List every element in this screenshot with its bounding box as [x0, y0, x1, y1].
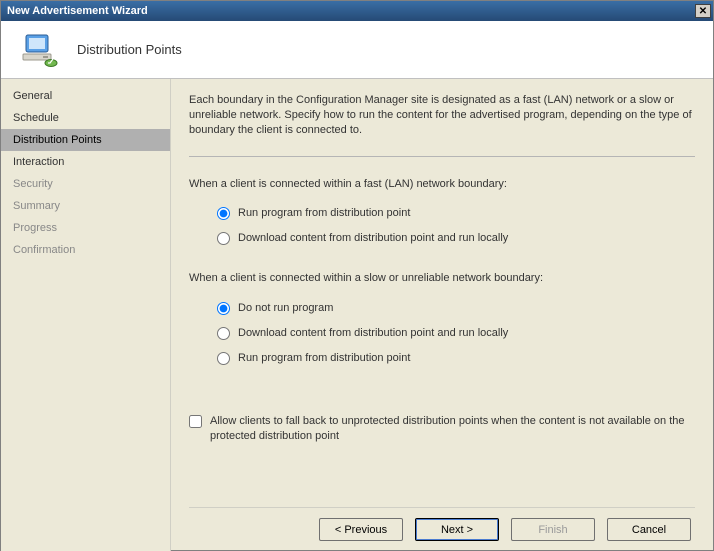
wizard-buttons: < Previous Next > Finish Cancel: [189, 507, 695, 541]
finish-button: Finish: [511, 518, 595, 541]
slow-network-options: Do not run program Download content from…: [217, 296, 695, 371]
slow-option-run-from-dp[interactable]: Run program from distribution point: [217, 346, 695, 371]
wizard-sidebar: General Schedule Distribution Points Int…: [1, 79, 171, 551]
fast-option-download-label: Download content from distribution point…: [238, 231, 508, 246]
sidebar-item-progress: Progress: [1, 217, 170, 239]
slow-network-label: When a client is connected within a slow…: [189, 271, 695, 286]
fallback-checkbox[interactable]: [189, 415, 202, 428]
slow-option-do-not-run[interactable]: Do not run program: [217, 296, 695, 321]
slow-option-download[interactable]: Download content from distribution point…: [217, 321, 695, 346]
wizard-header: Distribution Points: [1, 21, 713, 79]
wizard-content: Each boundary in the Configuration Manag…: [171, 79, 713, 551]
titlebar: New Advertisement Wizard ✕: [1, 1, 713, 21]
fast-option-run-from-dp-label: Run program from distribution point: [238, 206, 410, 221]
close-icon[interactable]: ✕: [695, 4, 711, 18]
sidebar-item-confirmation: Confirmation: [1, 239, 170, 261]
slow-option-download-radio[interactable]: [217, 327, 230, 340]
fast-network-label: When a client is connected within a fast…: [189, 177, 695, 192]
sidebar-item-distribution-points[interactable]: Distribution Points: [1, 129, 170, 151]
fast-network-options: Run program from distribution point Down…: [217, 201, 695, 251]
sidebar-item-general[interactable]: General: [1, 85, 170, 107]
slow-option-run-from-dp-label: Run program from distribution point: [238, 351, 410, 366]
sidebar-item-summary: Summary: [1, 195, 170, 217]
cancel-button[interactable]: Cancel: [607, 518, 691, 541]
previous-button[interactable]: < Previous: [319, 518, 403, 541]
intro-text: Each boundary in the Configuration Manag…: [189, 93, 695, 138]
slow-option-run-from-dp-radio[interactable]: [217, 352, 230, 365]
fast-option-download[interactable]: Download content from distribution point…: [217, 226, 695, 251]
next-button[interactable]: Next >: [415, 518, 499, 541]
slow-option-do-not-run-label: Do not run program: [238, 301, 333, 316]
slow-option-download-label: Download content from distribution point…: [238, 326, 508, 341]
page-title: Distribution Points: [77, 42, 182, 57]
computer-icon: [19, 30, 59, 70]
fallback-checkbox-row[interactable]: Allow clients to fall back to unprotecte…: [189, 414, 695, 444]
main: General Schedule Distribution Points Int…: [1, 79, 713, 551]
fast-option-download-radio[interactable]: [217, 232, 230, 245]
fallback-checkbox-label: Allow clients to fall back to unprotecte…: [210, 414, 687, 444]
sidebar-item-interaction[interactable]: Interaction: [1, 151, 170, 173]
window-title: New Advertisement Wizard: [7, 5, 148, 17]
fast-option-run-from-dp[interactable]: Run program from distribution point: [217, 201, 695, 226]
slow-option-do-not-run-radio[interactable]: [217, 302, 230, 315]
fast-option-run-from-dp-radio[interactable]: [217, 207, 230, 220]
divider: [189, 156, 695, 157]
sidebar-item-security: Security: [1, 173, 170, 195]
sidebar-item-schedule[interactable]: Schedule: [1, 107, 170, 129]
